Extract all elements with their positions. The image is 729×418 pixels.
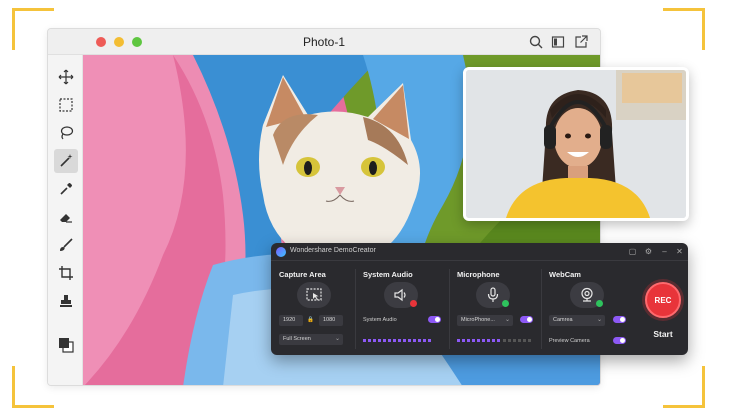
webcam-toggle[interactable]: [613, 316, 626, 323]
error-status-icon: [410, 300, 417, 307]
capture-width-input[interactable]: 1920: [279, 315, 303, 326]
corner-bracket-bottom-right: [663, 366, 705, 408]
move-icon[interactable]: [54, 65, 78, 89]
chevron-down-icon: ⌄: [334, 336, 340, 342]
microphone-toggle[interactable]: [520, 316, 533, 323]
capture-area-icon: [306, 288, 322, 301]
microphone-button[interactable]: [476, 282, 510, 308]
webcam-title: WebCam: [549, 270, 581, 279]
divider: [355, 269, 356, 349]
corner-bracket-top-right: [663, 8, 705, 50]
system-audio-title: System Audio: [363, 270, 413, 279]
capture-mode-select[interactable]: Full Screen ⌄: [279, 334, 343, 345]
webcam-device-value: Camrea: [553, 317, 573, 323]
lasso-icon[interactable]: [54, 121, 78, 145]
magic-wand-icon[interactable]: [54, 149, 78, 173]
capture-area-title: Capture Area: [279, 270, 326, 279]
microphone-device-value: MicroPhone...: [461, 317, 495, 323]
webcam-preview: [463, 67, 689, 221]
chevron-down-icon: ⌄: [504, 317, 510, 323]
microphone-device-select[interactable]: MicroPhone... ⌄: [457, 315, 513, 326]
stage: Photo-1 Wondershare DemoCreator ▢ ⚙ – ✕ …: [0, 0, 729, 418]
ok-status-icon: [596, 300, 603, 307]
rec-button[interactable]: REC: [645, 282, 681, 318]
lock-aspect-icon[interactable]: 🔒: [307, 317, 314, 323]
microphone-icon: [487, 287, 499, 302]
stamp-icon[interactable]: [54, 289, 78, 313]
microphone-title: Microphone: [457, 270, 500, 279]
microphone-level-meter-inactive: [503, 339, 533, 342]
minimize-icon[interactable]: –: [660, 247, 669, 256]
preview-camera-label: Preview Camera: [549, 338, 590, 344]
webcam-icon: [581, 287, 593, 302]
marquee-select-icon[interactable]: [54, 93, 78, 117]
microphone-level-meter: [457, 339, 501, 342]
divider: [449, 269, 450, 349]
recorder-app-name: Wondershare DemoCreator: [290, 247, 376, 254]
webcam-person-image: [466, 70, 686, 218]
chevron-down-icon: ⌄: [596, 317, 602, 323]
search-icon[interactable]: [528, 34, 544, 50]
eyedropper-icon[interactable]: [54, 177, 78, 201]
sidebar-icon[interactable]: [550, 34, 566, 50]
eraser-icon[interactable]: [54, 205, 78, 229]
divider: [541, 269, 542, 349]
screenshot-icon[interactable]: ▢: [628, 247, 637, 256]
system-audio-level-meter: [363, 339, 433, 342]
tools-sidebar: [48, 55, 83, 385]
webcam-button[interactable]: [570, 282, 604, 308]
democreator-recorder-panel: Wondershare DemoCreator ▢ ⚙ – ✕ Capture …: [271, 243, 688, 355]
capture-mode-value: Full Screen: [283, 336, 311, 342]
system-audio-toggle[interactable]: [428, 316, 441, 323]
color-swatch-icon[interactable]: [54, 333, 78, 357]
crop-icon[interactable]: [54, 261, 78, 285]
brush-icon[interactable]: [54, 233, 78, 257]
window-title: Photo-1: [302, 35, 346, 49]
window-titlebar: Photo-1: [48, 29, 600, 55]
webcam-device-select[interactable]: Camrea ⌄: [549, 315, 605, 326]
recorder-header: Wondershare DemoCreator ▢ ⚙ – ✕: [271, 243, 688, 261]
system-audio-label: System Audio: [363, 317, 397, 323]
share-icon[interactable]: [573, 34, 589, 50]
speaker-icon: [394, 288, 406, 302]
preview-camera-toggle[interactable]: [613, 337, 626, 344]
start-label: Start: [653, 329, 673, 339]
capture-height-input[interactable]: 1080: [319, 315, 343, 326]
system-audio-button[interactable]: [384, 282, 418, 308]
capture-area-button[interactable]: [297, 282, 331, 308]
settings-icon[interactable]: ⚙: [644, 247, 653, 256]
close-icon[interactable]: ✕: [675, 247, 684, 256]
democreator-logo-icon: [276, 247, 286, 257]
ok-status-icon: [502, 300, 509, 307]
